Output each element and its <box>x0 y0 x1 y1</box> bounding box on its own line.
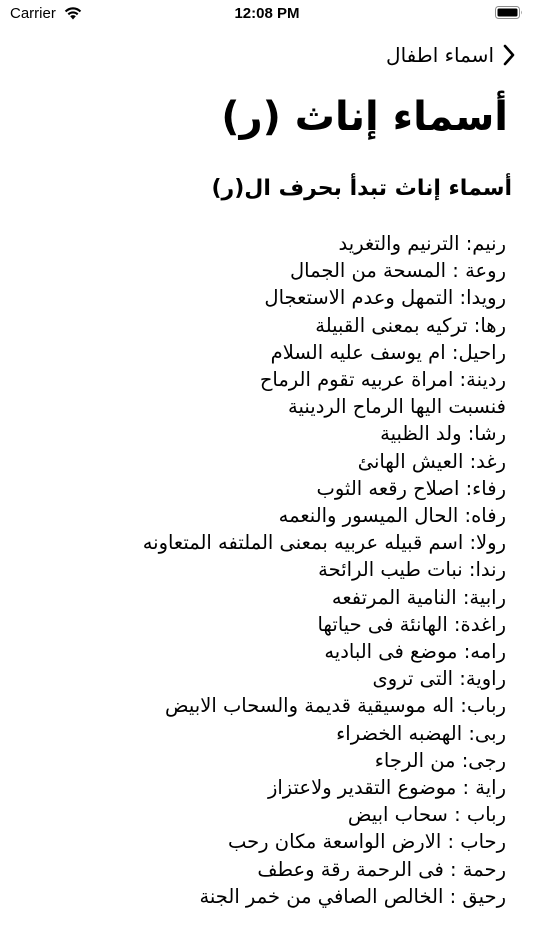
name-entry: فنسبت اليها الرماح الردينية <box>288 395 506 419</box>
status-bar: Carrier 12:08 PM <box>0 0 534 28</box>
name-entry: رولا: اسم قبيله عربيه بمعنى الملتفه المت… <box>142 531 506 555</box>
chevron-left-icon <box>503 44 515 66</box>
name-entry: رغد: العيش الهانئ <box>357 449 506 473</box>
name-entry: رويدا: التمهل وعدم الاستعجال <box>264 286 506 310</box>
name-entry: رحيق : الخالص الصافي من خمر الجنة <box>199 884 506 908</box>
name-entry: رها: تركيه بمعنى القبيلة <box>315 313 506 337</box>
name-entry: رباب : سحاب ابيض <box>347 803 506 827</box>
names-list: رنيم: الترنيم والتغريد روعة : المسحة من ا… <box>143 230 506 910</box>
name-entry: روعة : المسحة من الجمال <box>290 259 506 283</box>
name-entry: رندا: نبات طيب الرائحة <box>318 558 506 582</box>
name-entry: رجى: من الرجاء <box>374 748 506 772</box>
name-entry: رفاء: اصلاح رقعه الثوب <box>316 476 507 500</box>
name-entry: رحمة : فى الرحمة رقة وعطف <box>257 857 506 881</box>
name-entry: راحيل: ام يوسف عليه السلام <box>270 340 506 364</box>
name-entry: رنيم: الترنيم والتغريد <box>338 232 506 255</box>
battery-icon <box>495 6 522 19</box>
name-entry: راوية: التى تروى <box>372 667 506 691</box>
back-button[interactable]: اسماء اطفال <box>386 40 516 70</box>
name-entry: رباب: اله موسيقية قديمة والسحاب الابيض <box>165 694 506 718</box>
name-entry: راية : موضوع التقدير ولاعتزاز <box>267 776 506 800</box>
name-entry: ربى: الهضبه الخضراء <box>336 721 506 745</box>
name-entry: ردينة: امراة عربيه تقوم الرماح <box>259 368 506 392</box>
section-heading: أسماء إناث تبدأ بحرف ال(ر) <box>211 176 513 201</box>
page-title: أسماء إناث (ر) <box>221 94 508 140</box>
name-entry: رامه: موضع فى الباديه <box>324 640 506 664</box>
navigation-bar: اسماء اطفال <box>0 36 534 74</box>
name-entry: رحاب : الارض الواسعة مكان رحب <box>227 830 506 854</box>
name-entry: راغدة: الهانئة فى حياتها <box>317 612 506 636</box>
name-entry: رابية: النامية المرتفعه <box>331 585 506 609</box>
name-entry: رفاه: الحال الميسور والنعمه <box>278 504 506 528</box>
name-entry: رشا: ولد الظبية <box>380 422 506 446</box>
status-time: 12:08 PM <box>234 5 300 22</box>
back-label: اسماء اطفال <box>386 43 494 67</box>
